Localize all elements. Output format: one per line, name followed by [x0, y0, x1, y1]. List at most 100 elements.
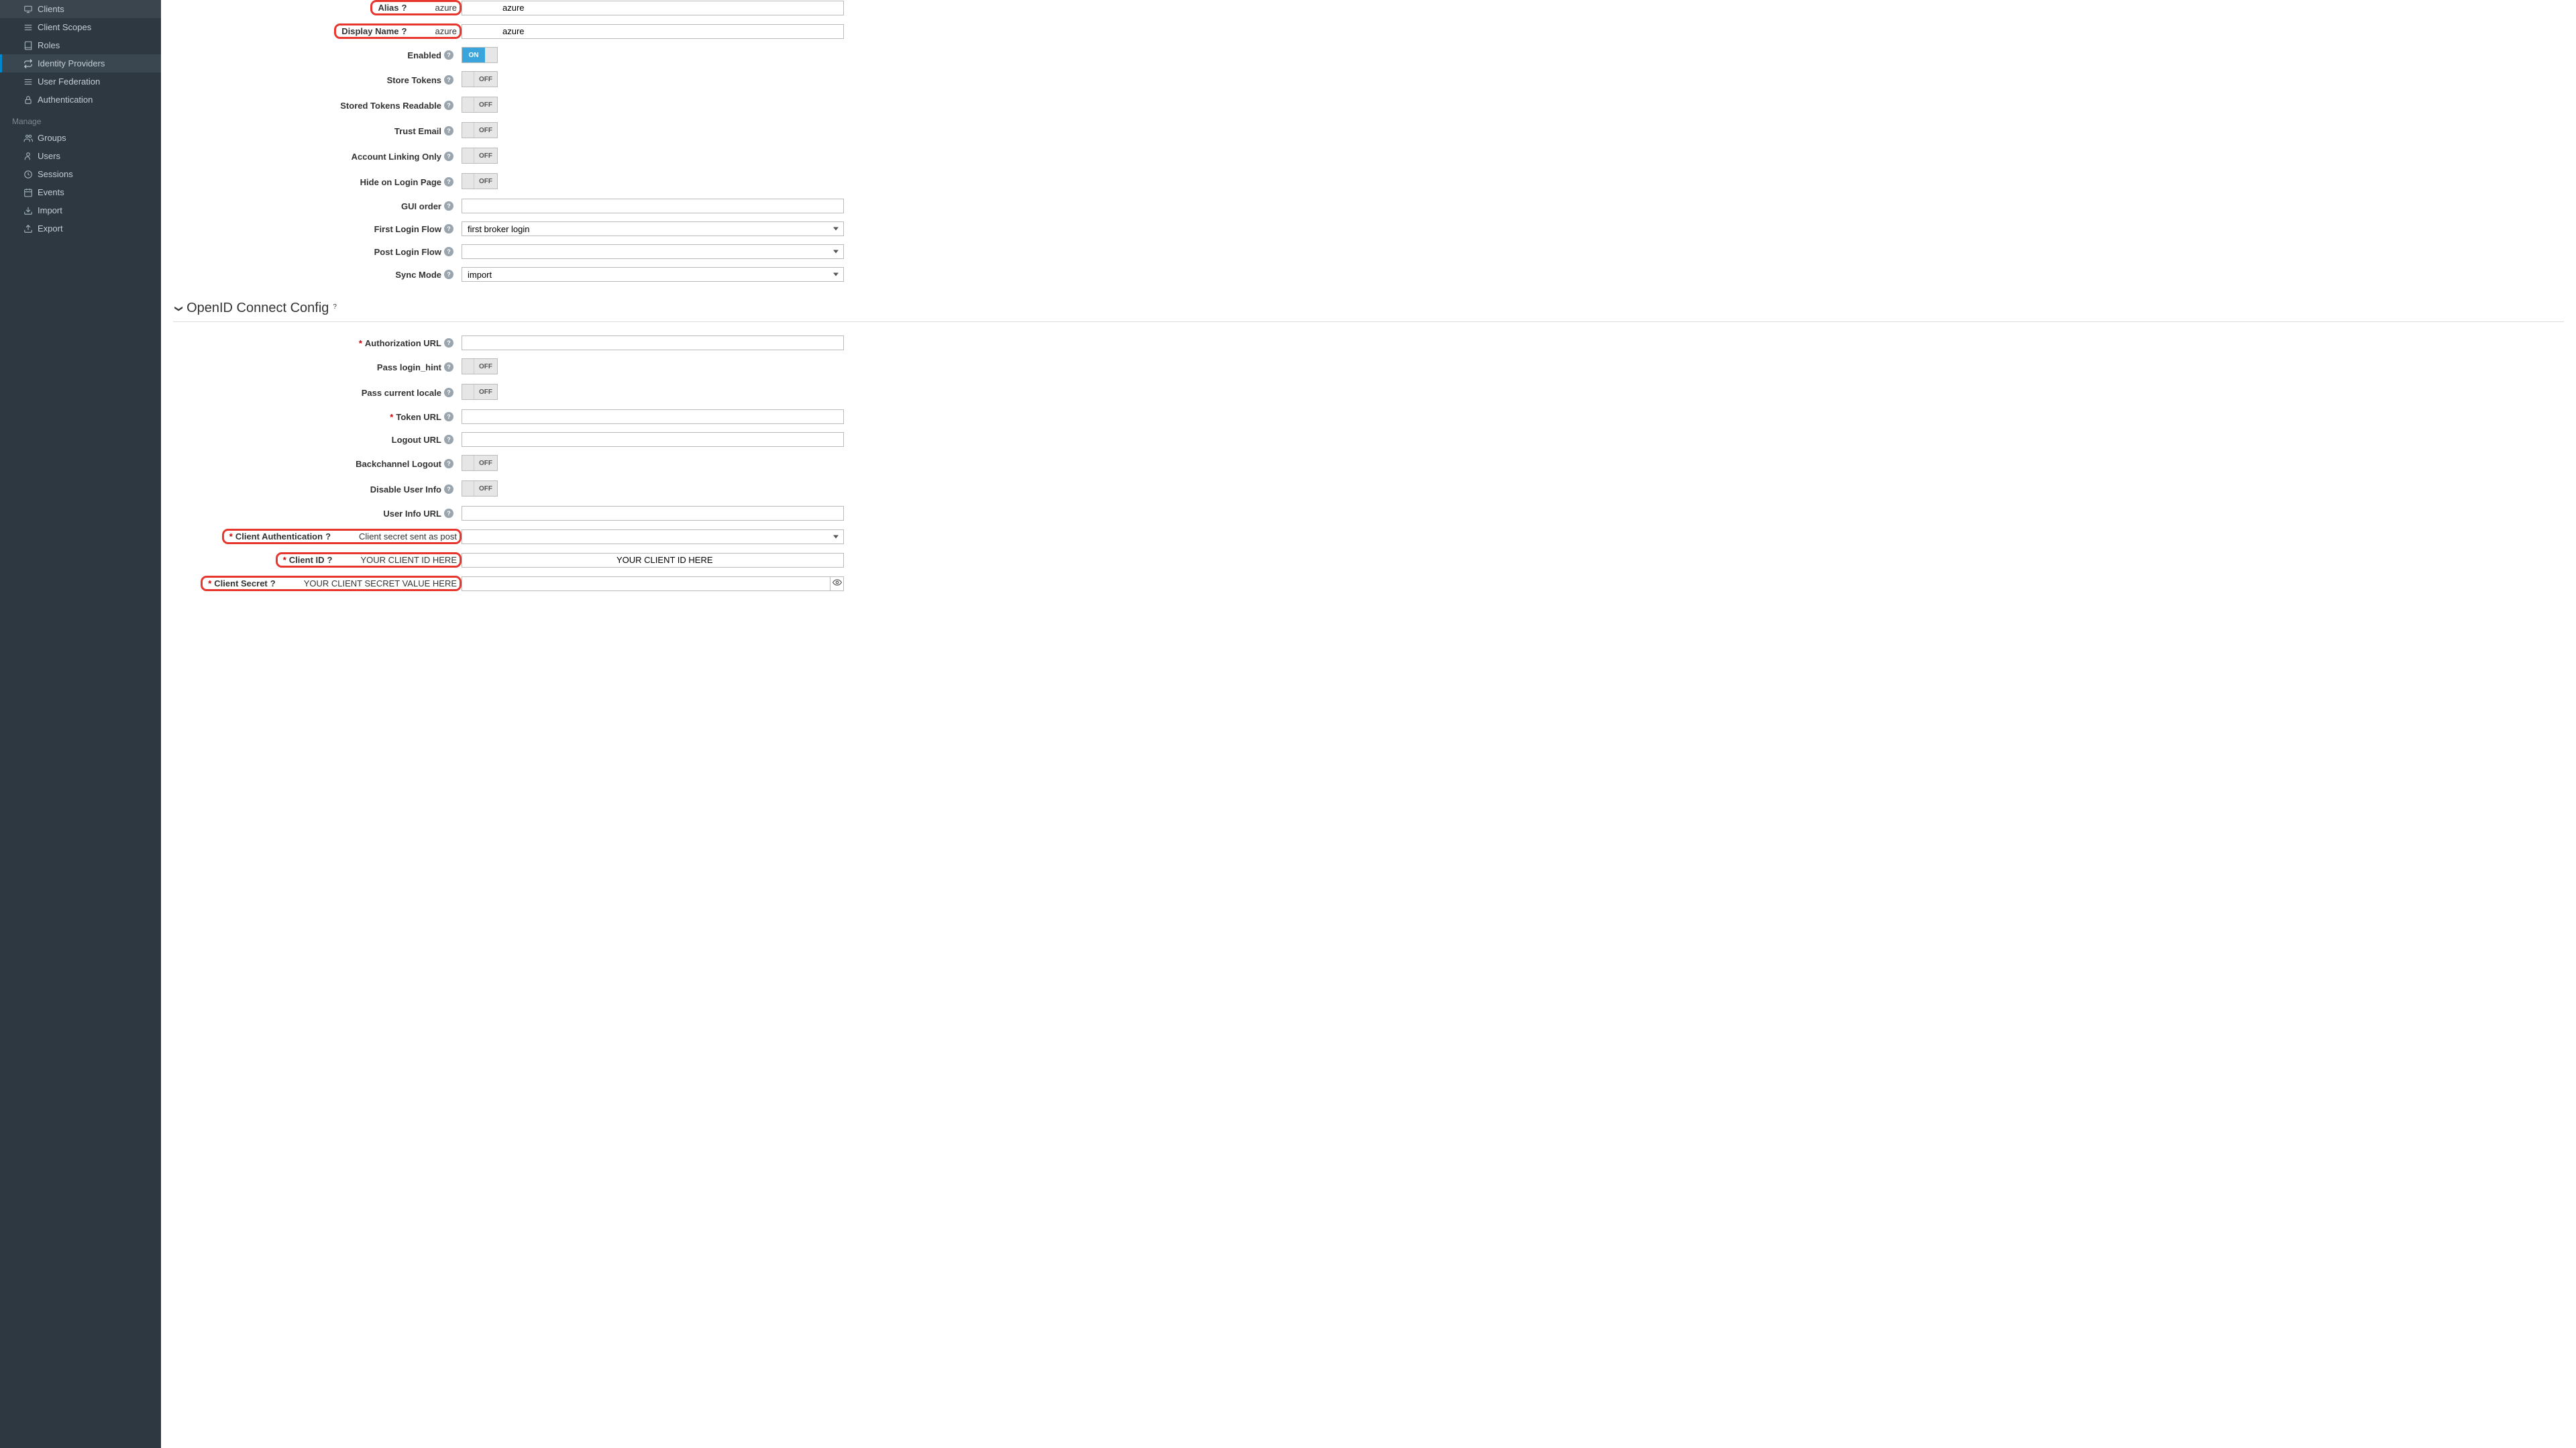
help-icon[interactable]: ? [444, 152, 453, 161]
help-icon[interactable]: ? [444, 270, 453, 279]
reveal-secret-button[interactable] [830, 576, 844, 591]
sidebar-item-groups[interactable]: Groups [0, 129, 161, 147]
help-icon[interactable]: ? [327, 555, 333, 565]
disable-user-info-toggle[interactable]: OFF [462, 480, 498, 497]
pass-login-hint-label: Pass login_hint [377, 362, 441, 372]
trust-email-toggle[interactable]: OFF [462, 122, 498, 138]
main-content: Alias ? azure Display Name ? [161, 0, 2576, 1448]
help-icon[interactable]: ? [444, 388, 453, 397]
sidebar-item-label: Authentication [38, 95, 93, 105]
client-secret-input[interactable] [462, 576, 830, 591]
help-icon[interactable]: ? [444, 247, 453, 256]
clients-icon [21, 5, 35, 14]
help-icon[interactable]: ? [444, 484, 453, 494]
required-marker: * [283, 555, 286, 565]
field-pass-login-hint: Pass login_hint ? OFF [173, 358, 2564, 376]
users-icon [21, 152, 35, 161]
help-icon[interactable]: ? [444, 201, 453, 211]
sidebar-item-label: Events [38, 187, 64, 197]
section-title: OpenID Connect Config [186, 301, 329, 316]
client-id-label: Client ID [289, 555, 325, 565]
sidebar-item-label: Groups [38, 133, 66, 143]
sync-mode-select[interactable]: import [462, 267, 844, 282]
gui-order-input[interactable] [462, 199, 844, 213]
user-info-url-label: User Info URL [383, 509, 441, 519]
hide-on-login-page-toggle[interactable]: OFF [462, 173, 498, 189]
sidebar-item-roles[interactable]: Roles [0, 36, 161, 54]
enabled-toggle[interactable]: ON [462, 47, 498, 63]
sidebar-item-label: Users [38, 151, 60, 161]
help-icon[interactable]: ? [444, 50, 453, 60]
field-alias: Alias ? azure [173, 0, 2564, 15]
sidebar-item-identity-providers[interactable]: Identity Providers [0, 54, 161, 72]
sidebar-item-sessions[interactable]: Sessions [0, 165, 161, 183]
help-icon[interactable]: ? [333, 303, 343, 314]
help-icon[interactable]: ? [270, 578, 276, 588]
help-icon[interactable]: ? [444, 224, 453, 234]
client-authentication-select[interactable] [462, 529, 844, 544]
stored-tokens-readable-toggle[interactable]: OFF [462, 97, 498, 113]
help-icon[interactable]: ? [444, 75, 453, 85]
help-icon[interactable]: ? [444, 435, 453, 444]
sidebar-item-users[interactable]: Users [0, 147, 161, 165]
backchannel-logout-toggle[interactable]: OFF [462, 455, 498, 471]
field-pass-current-locale: Pass current locale ? OFF [173, 384, 2564, 401]
user-info-url-input[interactable] [462, 506, 844, 521]
field-display-name: Display Name ? azure [173, 23, 2564, 39]
sidebar-item-label: Sessions [38, 169, 73, 179]
field-client-secret: * Client Secret ? YOUR CLIENT SECRET VAL… [173, 576, 2564, 591]
client-id-input[interactable] [462, 553, 844, 568]
help-icon[interactable]: ? [444, 459, 453, 468]
stored-tokens-readable-label: Stored Tokens Readable [340, 101, 441, 111]
sidebar-item-user-federation[interactable]: User Federation [0, 72, 161, 91]
help-icon[interactable]: ? [402, 3, 407, 13]
help-icon[interactable]: ? [444, 362, 453, 372]
authorization-url-input[interactable] [462, 335, 844, 350]
sidebar-item-import[interactable]: Import [0, 201, 161, 219]
pass-login-hint-toggle[interactable]: OFF [462, 358, 498, 374]
trust-email-label: Trust Email [394, 126, 441, 136]
store-tokens-toggle[interactable]: OFF [462, 71, 498, 87]
eye-icon [833, 578, 842, 589]
post-login-flow-label: Post Login Flow [374, 247, 441, 257]
field-store-tokens: Store Tokens ? OFF [173, 71, 2564, 89]
display-name-label: Display Name [341, 26, 398, 36]
sidebar-item-events[interactable]: Events [0, 183, 161, 201]
field-token-url: * Token URL ? [173, 409, 2564, 424]
sidebar-item-client-scopes[interactable]: Client Scopes [0, 18, 161, 36]
authorization-url-label: Authorization URL [365, 338, 441, 348]
account-linking-only-toggle[interactable]: OFF [462, 148, 498, 164]
help-icon[interactable]: ? [402, 26, 407, 36]
sidebar-item-export[interactable]: Export [0, 219, 161, 238]
help-icon[interactable]: ? [444, 412, 453, 421]
help-icon[interactable]: ? [325, 531, 331, 541]
pass-current-locale-label: Pass current locale [362, 388, 441, 398]
section-openid-connect-config[interactable]: ❯ OpenID Connect Config ? [173, 290, 2564, 322]
token-url-input[interactable] [462, 409, 844, 424]
help-icon[interactable]: ? [444, 338, 453, 348]
help-icon[interactable]: ? [444, 126, 453, 136]
help-icon[interactable]: ? [444, 509, 453, 518]
display-name-highlight-value: azure [429, 26, 457, 36]
help-icon[interactable]: ? [444, 177, 453, 187]
enabled-label: Enabled [407, 50, 441, 60]
display-name-input[interactable] [462, 24, 844, 39]
field-client-id: * Client ID ? YOUR CLIENT ID HERE [173, 552, 2564, 568]
toggle-off-label: OFF [474, 72, 497, 87]
events-icon [21, 188, 35, 197]
sidebar-item-label: Client Scopes [38, 22, 91, 32]
alias-input[interactable] [462, 1, 844, 15]
help-icon[interactable]: ? [444, 101, 453, 110]
field-first-login-flow: First Login Flow ? first broker login [173, 221, 2564, 236]
field-client-authentication: * Client Authentication ? Client secret … [173, 529, 2564, 544]
pass-current-locale-toggle[interactable]: OFF [462, 384, 498, 400]
sidebar-item-clients[interactable]: Clients [0, 0, 161, 18]
sidebar-item-authentication[interactable]: Authentication [0, 91, 161, 109]
sidebar-item-label: User Federation [38, 76, 100, 87]
client-authentication-highlight-value: Client secret sent as post [354, 531, 457, 541]
first-login-flow-select[interactable]: first broker login [462, 221, 844, 236]
client-id-highlight-value: YOUR CLIENT ID HERE [355, 555, 457, 565]
post-login-flow-select[interactable] [462, 244, 844, 259]
logout-url-input[interactable] [462, 432, 844, 447]
required-marker: * [390, 412, 393, 422]
